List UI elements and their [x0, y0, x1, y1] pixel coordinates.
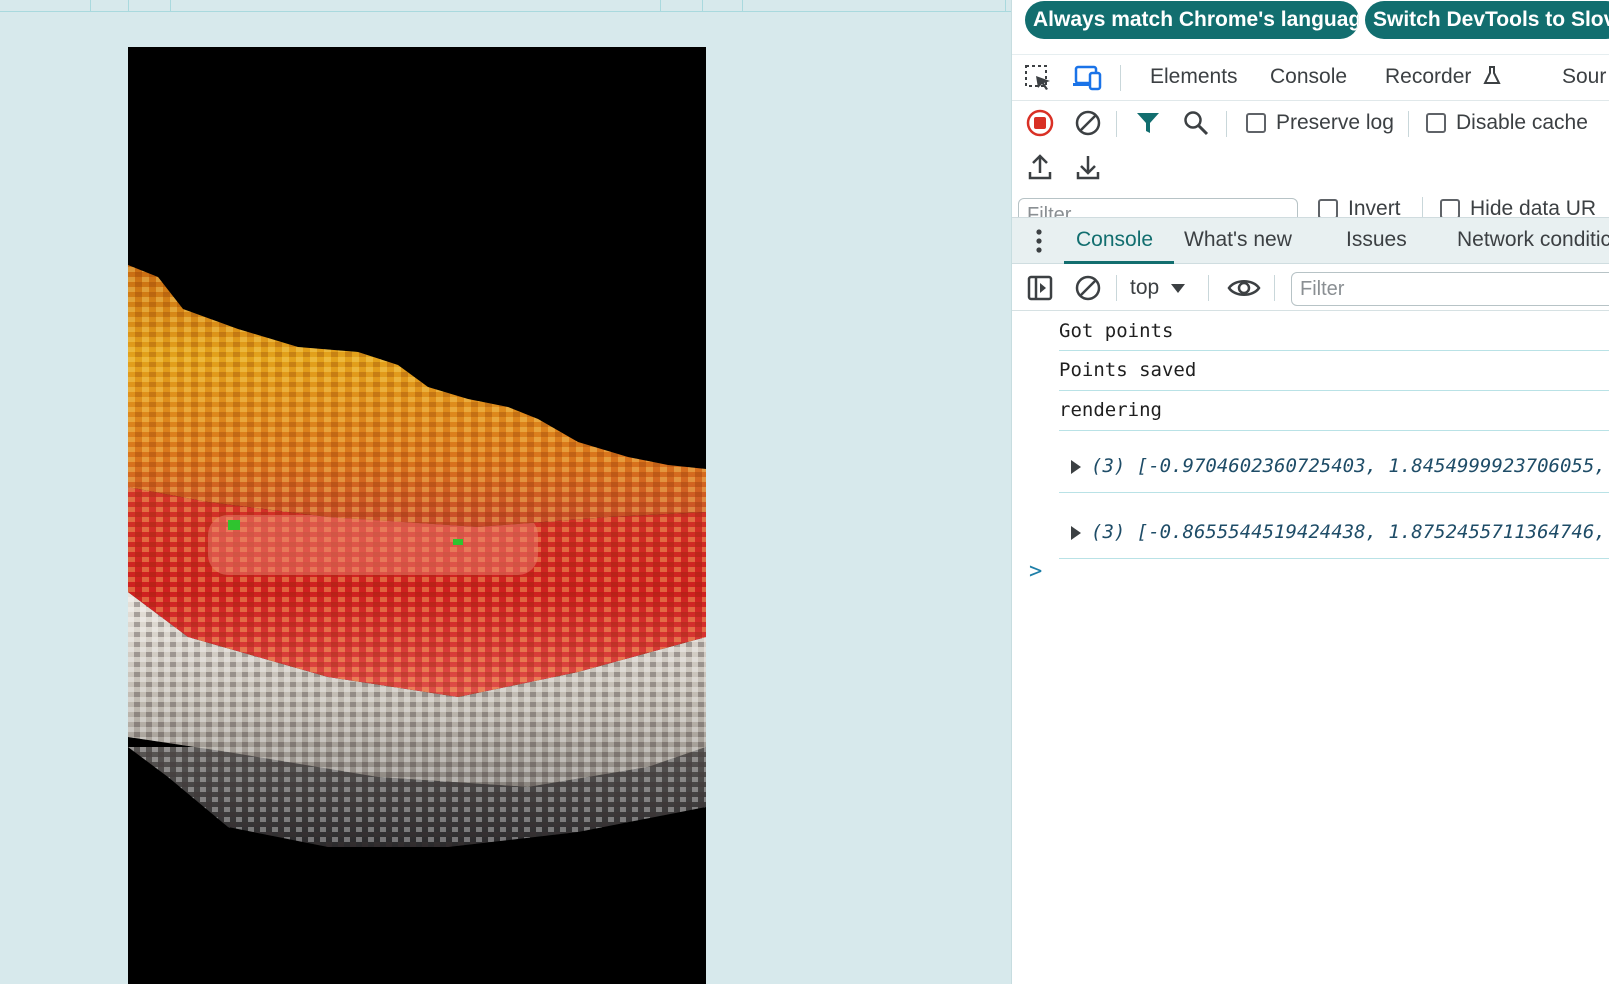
ruler-tick: [702, 0, 703, 11]
console-message: Points saved: [1059, 353, 1609, 391]
tab-sources[interactable]: Sour: [1562, 65, 1606, 89]
checkbox-box[interactable]: [1426, 113, 1446, 133]
hide-data-urls-checkbox[interactable]: Hide data UR: [1440, 197, 1597, 218]
invert-label: Invert: [1348, 197, 1401, 218]
expand-triangle-icon[interactable]: [1071, 525, 1081, 540]
export-har-icon[interactable]: [1072, 151, 1104, 183]
console-prompt-icon[interactable]: >: [1029, 559, 1042, 584]
toolbar-divider: [1116, 111, 1117, 137]
checkbox-box[interactable]: [1440, 199, 1460, 217]
invert-checkbox[interactable]: Invert: [1318, 197, 1401, 218]
console-filter-input[interactable]: Filter: [1291, 272, 1609, 306]
switch-language-button[interactable]: Switch DevTools to Slove: [1365, 1, 1609, 39]
main-tab-bar: Elements Console Recorder Sour: [1012, 54, 1609, 101]
chevron-down-icon: [1171, 283, 1186, 293]
drawer-tab-bar: Console What's new Issues Network condit…: [1012, 218, 1609, 264]
ruler-tick: [1005, 0, 1006, 11]
network-filter-input[interactable]: Filter: [1018, 198, 1298, 217]
ruler-tick: [742, 0, 743, 11]
more-options-icon[interactable]: [1026, 226, 1052, 256]
drawer-tab-console[interactable]: Console: [1076, 228, 1153, 252]
ruler-tick: [660, 0, 661, 11]
console-message: Got points: [1059, 315, 1609, 351]
console-message: rendering: [1059, 393, 1609, 431]
toolbar-divider: [1116, 275, 1117, 301]
expand-triangle-icon[interactable]: [1071, 459, 1081, 474]
console-array-entry[interactable]: (3) [-0.9704602360725403, 1.845499992370…: [1059, 441, 1609, 493]
clear-console-icon[interactable]: [1072, 272, 1104, 304]
point-cloud-canvas[interactable]: [128, 47, 706, 984]
checkbox-box[interactable]: [1246, 113, 1266, 133]
drawer-tab-whats-new[interactable]: What's new: [1184, 228, 1292, 252]
disable-cache-checkbox[interactable]: Disable cache: [1426, 111, 1588, 135]
console-array-entry[interactable]: (3) [-0.8655544519424438, 1.875245571136…: [1059, 507, 1609, 559]
toolbar-divider: [1422, 197, 1423, 217]
tab-recorder[interactable]: Recorder: [1385, 65, 1501, 89]
toolbar-divider: [1408, 111, 1409, 137]
tab-console[interactable]: Console: [1270, 65, 1347, 89]
device-toolbar-icon[interactable]: [1070, 62, 1104, 94]
filter-icon[interactable]: [1132, 107, 1164, 139]
network-toolbar: Preserve log Disable cache: [1012, 101, 1609, 147]
drawer-tab-network-conditions[interactable]: Network conditic: [1457, 228, 1609, 252]
context-label: top: [1130, 276, 1160, 299]
context-selector[interactable]: top: [1130, 276, 1186, 300]
search-icon[interactable]: [1180, 107, 1212, 139]
console-toolbar: top Filter: [1012, 264, 1609, 311]
language-banner: Always match Chrome's language Switch De…: [1012, 0, 1609, 54]
toolbar-divider: [1120, 65, 1121, 91]
import-har-icon[interactable]: [1024, 151, 1056, 183]
array-preview: (3) [-0.9704602360725403, 1.845499992370…: [1091, 455, 1606, 477]
network-filter-row: Filter Invert Hide data UR: [1012, 191, 1609, 218]
ruler-tick: [170, 0, 171, 11]
network-toolbar-row2: [1012, 147, 1609, 191]
live-expression-eye-icon[interactable]: [1226, 272, 1262, 304]
array-preview: (3) [-0.8655544519424438, 1.875245571136…: [1091, 521, 1606, 543]
match-language-button[interactable]: Always match Chrome's language: [1025, 1, 1359, 39]
drawer-tab-issues[interactable]: Issues: [1346, 228, 1407, 252]
hide-data-urls-label: Hide data UR: [1470, 197, 1597, 218]
toolbar-divider: [1226, 111, 1227, 137]
checkbox-box[interactable]: [1318, 199, 1338, 217]
experiment-flask-icon: [1483, 66, 1501, 84]
toolbar-divider: [1274, 275, 1275, 301]
sidebar-toggle-icon[interactable]: [1024, 272, 1056, 304]
disable-cache-label: Disable cache: [1456, 111, 1588, 134]
tab-elements[interactable]: Elements: [1150, 65, 1238, 89]
ruler-tick: [128, 0, 129, 11]
devtools-panel: Always match Chrome's language Switch De…: [1011, 0, 1609, 984]
preserve-log-label: Preserve log: [1276, 111, 1394, 134]
stop-recording-icon[interactable]: [1024, 107, 1056, 139]
inspect-element-icon[interactable]: [1022, 62, 1054, 94]
clear-icon[interactable]: [1072, 107, 1104, 139]
ruler-tick: [90, 0, 91, 11]
toolbar-divider: [1208, 275, 1209, 301]
tab-recorder-label: Recorder: [1385, 65, 1472, 88]
preserve-log-checkbox[interactable]: Preserve log: [1246, 111, 1394, 135]
point-cloud-render: [128, 265, 706, 847]
page-ruler: [0, 0, 1011, 12]
